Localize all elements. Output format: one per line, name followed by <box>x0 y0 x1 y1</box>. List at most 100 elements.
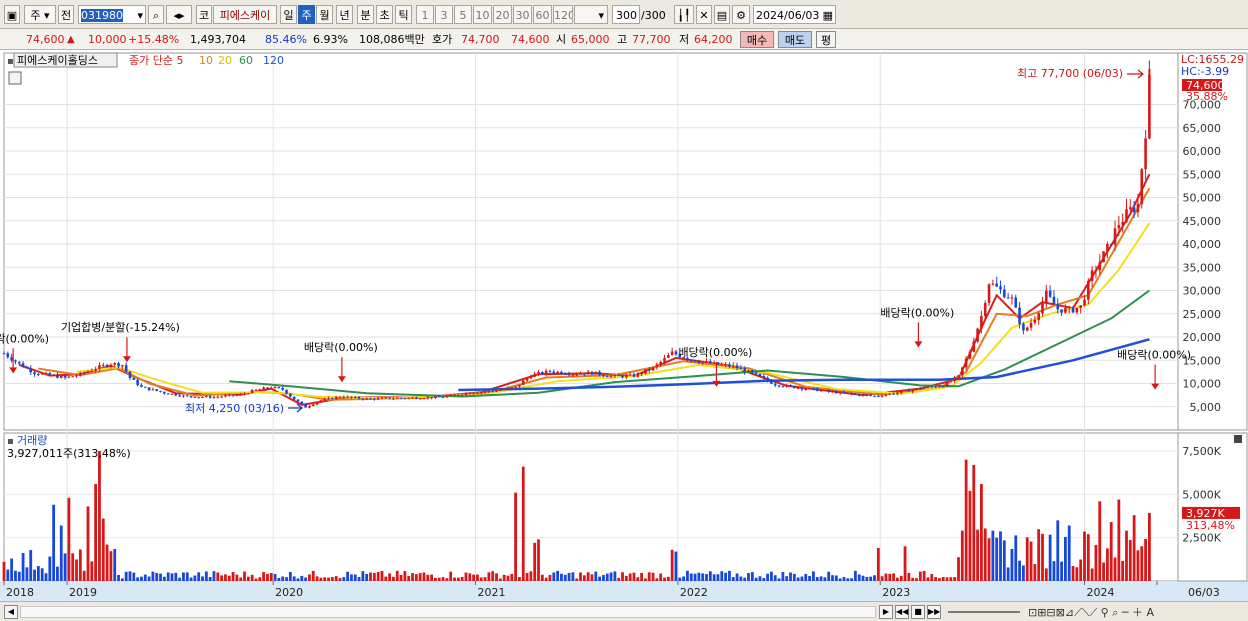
volume-bar <box>159 573 162 581</box>
candle-body <box>1094 270 1098 272</box>
candle-body <box>819 390 823 392</box>
event-label: 배당락(0.00%) <box>0 332 49 345</box>
volume-bar <box>250 574 254 581</box>
volume-bar <box>434 577 437 581</box>
volume-bar <box>651 572 655 581</box>
candle-body <box>1129 207 1132 210</box>
period-week-button[interactable]: 주 <box>298 5 315 24</box>
x-tick-label: 2024 <box>1086 586 1114 599</box>
candle-body <box>182 395 185 397</box>
interval-5-button[interactable]: 5 <box>454 5 472 24</box>
candle-body <box>395 397 399 399</box>
candle-body <box>1102 251 1105 263</box>
first-page-icon[interactable]: ◀◀ <box>895 605 909 619</box>
code-value: 031980 <box>81 9 123 22</box>
stop-icon[interactable]: ■ <box>911 605 925 619</box>
period-tick-button[interactable]: 틱 <box>395 5 412 24</box>
window-icon[interactable]: ▣ <box>4 5 20 24</box>
chart-area[interactable]: 5,000 10,000 15,000 20,000 25,000 30,000 35,00… <box>0 51 1248 601</box>
interval-120-button[interactable]: 120 <box>553 5 573 24</box>
candle-icon[interactable]: ╽╿ <box>674 5 694 24</box>
cross-icon[interactable]: ✕ <box>696 5 712 24</box>
stock-chart[interactable]: 5,00010,00015,00020,00025,00030,00035,00… <box>0 51 1248 601</box>
zoom-slider[interactable] <box>948 611 1020 613</box>
search-icon[interactable]: ⌕ <box>148 5 164 24</box>
high-label: 고 <box>617 33 628 46</box>
volume-bar <box>1010 548 1014 581</box>
tool-icons[interactable]: ⊡⊞⊟⊠⊿⟋⟍⟋ ⚲ ⌕ ─ ＋ A <box>1028 604 1154 620</box>
candle-body <box>758 373 762 377</box>
interval-3-button[interactable]: 3 <box>435 5 453 24</box>
prev-button[interactable]: 전 <box>58 5 74 24</box>
legend-ma-20: 20 <box>218 54 232 67</box>
candle-body <box>529 376 533 379</box>
interval-60-button[interactable]: 60 <box>533 5 552 24</box>
save-icon[interactable]: ▤ <box>714 5 730 24</box>
code-input[interactable]: 031980 ▾ <box>78 5 146 24</box>
next-page-icon[interactable]: ▶▶ <box>927 605 941 619</box>
market-code-button[interactable]: 코 <box>196 5 212 24</box>
candle-body <box>499 389 502 391</box>
high-note: 최고 77,700 (06/03) <box>1017 67 1123 80</box>
volume-bar <box>655 578 659 581</box>
period-year-button[interactable]: 년 <box>336 5 353 24</box>
scroll-right-icon[interactable]: ▶ <box>879 605 893 619</box>
sell-button[interactable]: 매도 <box>778 31 812 48</box>
candle-body <box>857 394 861 396</box>
candle-body <box>21 363 25 368</box>
volume-bar <box>754 577 758 581</box>
volume-bar <box>117 574 120 581</box>
interval-20-button[interactable]: 20 <box>493 5 512 24</box>
period-minute-button[interactable]: 분 <box>357 5 374 24</box>
volume-bar <box>430 574 434 581</box>
x-tick-label: 2023 <box>882 586 910 599</box>
volume-bar <box>632 572 636 581</box>
candle-body <box>1033 319 1037 323</box>
candle-body <box>101 364 105 366</box>
candle-body <box>147 387 151 391</box>
candle-body <box>689 359 693 361</box>
toolbar: ▣ 주 ▾ 전 031980 ▾ ⌕ ◂▸ 코 피에스케이 일 주 월 년 분 초… <box>0 0 1248 29</box>
candle-body <box>266 387 269 389</box>
current-price: 74,600 <box>26 33 65 46</box>
date-input[interactable]: 2024/06/03 ▦ <box>753 5 836 24</box>
candle-body <box>185 395 189 397</box>
candle-body <box>919 388 922 390</box>
volume-bar <box>392 576 395 581</box>
gear-icon[interactable]: ⚙ <box>732 5 750 24</box>
ask-label: 호가 <box>432 33 453 46</box>
period-second-button[interactable]: 초 <box>376 5 393 24</box>
interval-1-button[interactable]: 1 <box>416 5 434 24</box>
candle-body <box>693 360 697 362</box>
candle-body <box>392 398 395 400</box>
horizontal-scrollbar[interactable] <box>20 606 876 618</box>
count-input[interactable]: 300 <box>612 5 640 24</box>
volume-bar <box>36 566 40 581</box>
price-tick-label: 60,000 <box>1183 145 1222 158</box>
volume-bar <box>781 572 785 581</box>
interval-10-button[interactable]: 10 <box>473 5 492 24</box>
volume-bar <box>563 574 567 581</box>
interval-select[interactable]: ▾ <box>574 5 608 24</box>
volume-bar <box>1079 559 1083 581</box>
period-day-button[interactable]: 일 <box>280 5 297 24</box>
volume-bar <box>1113 557 1117 581</box>
candle-body <box>735 365 739 369</box>
stock-name-field[interactable]: 피에스케이 <box>213 5 277 24</box>
market-select[interactable]: 주 ▾ <box>24 5 56 24</box>
volume-bar <box>445 578 449 581</box>
speaker-icon[interactable]: ◂▸ <box>166 5 192 24</box>
volume-bar <box>1140 546 1144 581</box>
candle-body <box>1006 297 1010 299</box>
candle-body <box>1121 221 1124 225</box>
candle-body <box>155 389 159 391</box>
interval-30-button[interactable]: 30 <box>513 5 532 24</box>
period-month-button[interactable]: 월 <box>316 5 333 24</box>
candle-body <box>151 389 155 391</box>
volume-bar <box>560 573 563 581</box>
candle-body <box>311 404 315 407</box>
scroll-left-icon[interactable]: ◀ <box>4 605 18 619</box>
buy-button[interactable]: 매수 <box>740 31 774 48</box>
volume-bar <box>1090 568 1094 581</box>
eval-button[interactable]: 평 <box>816 31 836 48</box>
